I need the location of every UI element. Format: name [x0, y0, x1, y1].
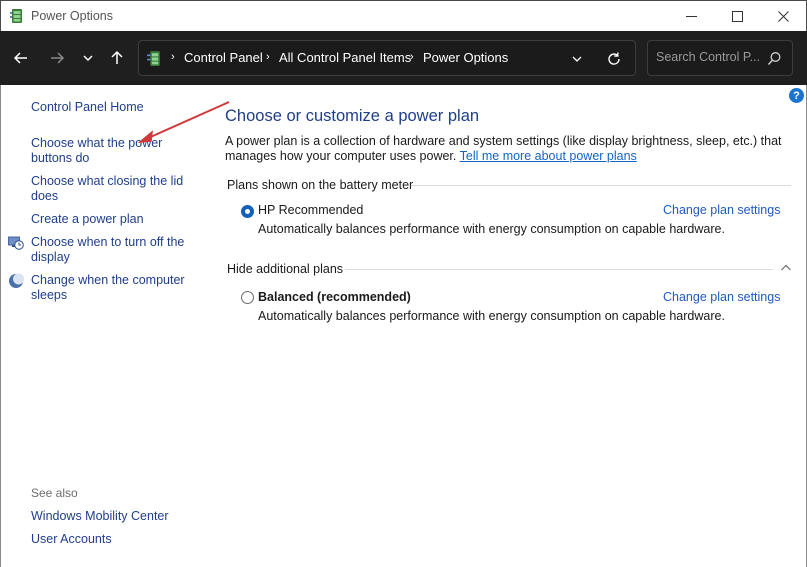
back-button[interactable]	[8, 45, 34, 71]
chevron-right-icon: ›	[266, 51, 270, 63]
search-input[interactable]	[656, 50, 764, 64]
learn-more-link[interactable]: Tell me more about power plans	[460, 149, 637, 163]
plan-radio-hp-recommended[interactable]	[241, 205, 254, 218]
breadcrumb-power-options[interactable]: Power Options	[423, 50, 508, 65]
maximize-button[interactable]	[714, 1, 760, 32]
forward-button[interactable]	[44, 45, 70, 71]
help-button[interactable]: ?	[789, 88, 804, 103]
navigation-bar: › Control Panel › All Control Panel Item…	[0, 31, 807, 85]
title-bar: Power Options	[0, 0, 807, 31]
sidebar-item-power-buttons[interactable]: Choose what the power buttons do	[31, 136, 171, 166]
chevron-down-icon	[83, 55, 93, 62]
plan-name-balanced[interactable]: Balanced (recommended)	[258, 290, 411, 304]
moon-sleep-icon	[9, 273, 24, 288]
close-button[interactable]	[760, 1, 806, 32]
section-divider	[411, 185, 791, 186]
chevron-right-icon: ›	[410, 51, 414, 63]
sidebar-item-closing-lid[interactable]: Choose what closing the lid does	[31, 174, 186, 204]
arrow-up-icon	[111, 50, 123, 64]
up-button[interactable]	[104, 45, 130, 71]
chevron-up-icon[interactable]	[780, 262, 792, 274]
breadcrumb-all-items[interactable]: All Control Panel Items	[279, 50, 411, 65]
power-options-icon	[147, 51, 160, 66]
see-also-mobility-center[interactable]: Windows Mobility Center	[31, 509, 191, 524]
chevron-down-icon[interactable]	[569, 51, 585, 67]
display-clock-icon	[8, 236, 24, 250]
change-plan-settings-link[interactable]: Change plan settings	[663, 290, 780, 304]
section-battery-meter: Plans shown on the battery meter	[227, 178, 414, 192]
plan-name-hp-recommended[interactable]: HP Recommended	[258, 203, 363, 217]
arrow-left-icon	[13, 52, 27, 64]
breadcrumb-control-panel[interactable]: Control Panel	[184, 50, 263, 65]
section-hide-additional-plans[interactable]: Hide additional plans	[227, 262, 343, 276]
see-also-label: See also	[31, 486, 78, 500]
close-icon	[777, 11, 789, 22]
recent-locations-button[interactable]	[75, 45, 101, 71]
refresh-icon[interactable]	[605, 50, 623, 68]
section-divider	[345, 269, 773, 270]
window-title: Power Options	[31, 9, 113, 23]
sidebar-item-computer-sleeps[interactable]: Change when the computer sleeps	[31, 273, 186, 303]
plan-description: Automatically balances performance with …	[258, 222, 725, 236]
plan-description: Automatically balances performance with …	[258, 309, 725, 323]
minimize-icon	[685, 16, 697, 17]
arrow-right-icon	[51, 52, 65, 64]
page-title: Choose or customize a power plan	[225, 107, 480, 125]
sidebar-item-create-plan[interactable]: Create a power plan	[31, 212, 191, 227]
search-box[interactable]	[647, 40, 793, 76]
sidebar-control-panel-home[interactable]: Control Panel Home	[31, 100, 191, 115]
change-plan-settings-link[interactable]: Change plan settings	[663, 203, 780, 217]
content-area: ? Control Panel Home Choose what the pow…	[0, 85, 807, 567]
chevron-right-icon: ›	[171, 51, 175, 63]
minimize-button[interactable]	[668, 1, 714, 32]
power-options-app-icon	[10, 9, 22, 23]
address-bar[interactable]: › Control Panel › All Control Panel Item…	[138, 40, 636, 76]
page-description: A power plan is a collection of hardware…	[225, 134, 785, 164]
sidebar-item-turn-off-display[interactable]: Choose when to turn off the display	[31, 235, 186, 265]
search-icon[interactable]	[767, 51, 782, 66]
see-also-user-accounts[interactable]: User Accounts	[31, 532, 191, 547]
maximize-icon	[731, 11, 743, 22]
plan-radio-balanced[interactable]	[241, 291, 254, 304]
